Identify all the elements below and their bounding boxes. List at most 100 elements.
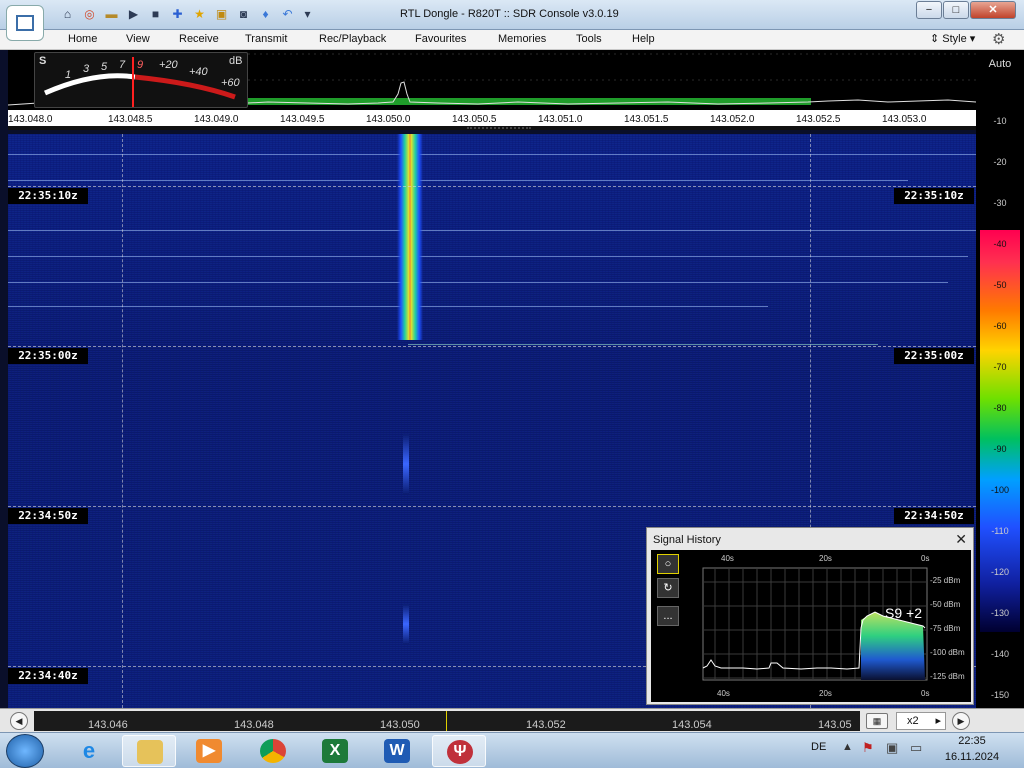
home-icon[interactable]: ⌂ (60, 7, 75, 22)
db-scale-label: -150 (990, 690, 1009, 700)
style-menu[interactable]: ⇕ Style ▾ (930, 32, 975, 45)
db-scale[interactable]: Auto -10 -20 -30 -40 -50 -60 -70 -80 -90… (976, 50, 1024, 708)
time-label-left: 22:35:10z (8, 188, 88, 204)
stop-icon[interactable]: ■ (148, 7, 163, 22)
scroll-left-button[interactable]: ◀ (10, 712, 28, 730)
maximize-button[interactable]: □ (943, 1, 969, 19)
freq-label: 143.051.0 (538, 114, 583, 125)
signal-trace (397, 134, 423, 340)
lock-icon[interactable]: ▣ (214, 7, 229, 22)
s-unit-label: S (39, 55, 47, 67)
window-title: RTL Dongle - R820T :: SDR Console v3.0.1… (400, 8, 619, 20)
menu-memories[interactable]: Memories (498, 33, 546, 45)
time-gridline (8, 506, 976, 507)
frequency-ruler[interactable]: 143.048.0 143.048.5 143.049.0 143.049.5 … (8, 110, 976, 130)
scroll-freq-label: 143.046 (88, 719, 128, 731)
close-button[interactable]: ✕ (970, 1, 1016, 19)
gear-icon[interactable]: ⚙ (992, 30, 1005, 48)
word-icon[interactable]: W (370, 735, 424, 767)
zoom-value: x2 (907, 715, 919, 727)
customize-dropdown-icon[interactable]: ▾ (300, 7, 315, 22)
freq-label: 143.051.5 (624, 114, 669, 125)
signal-trace-faint (403, 604, 409, 644)
time-label-left: 22:35:00z (8, 348, 88, 364)
history-time-bottom-40s: 40s (717, 689, 730, 698)
freq-label: 143.053.0 (882, 114, 927, 125)
db-scale-label: -30 (993, 198, 1007, 208)
language-indicator[interactable]: DE (811, 741, 826, 753)
menu-transmit[interactable]: Transmit (245, 33, 287, 45)
menu-receive[interactable]: Receive (179, 33, 219, 45)
freq-label: 143.052.0 (710, 114, 755, 125)
tray-monitor-icon[interactable]: ▭ (910, 740, 922, 756)
tray-network-icon[interactable]: ▣ (886, 740, 898, 756)
freq-label: 143.049.0 (194, 114, 239, 125)
signal-history-chart[interactable]: 40s 20s 0s 40s 20s 0s -25 dBm -50 dBm -7… (651, 550, 971, 702)
menu-rec-playback[interactable]: Rec/Playback (319, 33, 386, 45)
history-time-bottom-0s: 0s (921, 689, 929, 698)
auto-scale-button[interactable]: Auto (976, 58, 1024, 70)
clock-time[interactable]: 22:35 (942, 735, 1002, 747)
lifebuoy-icon[interactable]: ◎ (82, 7, 97, 22)
history-dbm-label: -25 dBm (930, 576, 961, 585)
waterfall-streak (8, 180, 908, 181)
menu-home[interactable]: Home (68, 33, 97, 45)
db-scale-label: -80 (993, 403, 1007, 413)
time-gridline (8, 186, 976, 187)
scroll-freq-label: 143.05 (818, 719, 852, 731)
history-dbm-label: -100 dBm (930, 648, 965, 657)
sdr-console-window: ⌂ ◎ ▬ ▶ ■ ✚ ★ ▣ ◙ ♦ ↶ ▾ RTL Dongle - R82… (0, 0, 1024, 768)
signal-history-body: ○ ↻ ... 40s 20s 0s 40s 20s 0s -25 dBm -5… (651, 550, 971, 702)
frequency-scroll-track[interactable]: 143.046 143.048 143.050 143.052 143.054 … (34, 711, 860, 731)
play-icon[interactable]: ▶ (126, 7, 141, 22)
app-menu-icon[interactable] (6, 5, 44, 41)
drop-icon[interactable]: ♦ (258, 7, 273, 22)
history-dbm-label: -50 dBm (930, 600, 961, 609)
filter-bandwidth-marker[interactable] (467, 127, 531, 129)
excel-icon[interactable]: X (308, 735, 362, 767)
start-button[interactable] (6, 734, 44, 768)
db-scale-label: -120 (990, 567, 1009, 577)
camera-icon[interactable]: ◙ (236, 7, 251, 22)
freq-label: 143.048.5 (108, 114, 153, 125)
time-label-right: 22:35:00z (894, 348, 974, 364)
s-tick-7: 7 (119, 59, 126, 71)
freq-label: 143.049.5 (280, 114, 325, 125)
scroll-freq-label: 143.048 (234, 719, 274, 731)
history-dbm-label: -125 dBm (930, 672, 965, 681)
db-scale-label: -40 (993, 239, 1007, 249)
undo-icon[interactable]: ↶ (280, 7, 295, 22)
db-scale-label: -90 (993, 444, 1007, 454)
chrome-icon[interactable] (246, 735, 300, 767)
db-tick-60: +60 (221, 77, 240, 89)
file-explorer-icon[interactable] (122, 735, 176, 767)
internet-explorer-icon[interactable]: e (62, 735, 116, 767)
menu-view[interactable]: View (126, 33, 150, 45)
star-icon[interactable]: ★ (192, 7, 207, 22)
db-scale-label: -110 (991, 526, 1009, 536)
time-label-left: 22:34:40z (8, 668, 88, 684)
waterfall-streak (8, 256, 968, 257)
db-scale-label: -10 (993, 116, 1007, 126)
menu-favourites[interactable]: Favourites (415, 33, 466, 45)
menu-tools[interactable]: Tools (576, 33, 602, 45)
add-icon[interactable]: ✚ (170, 7, 185, 22)
waterfall-streak (8, 230, 976, 231)
sdr-console-taskbar-icon[interactable]: Ψ (432, 735, 486, 767)
clock-date[interactable]: 16.11.2024 (942, 751, 1002, 763)
history-time-top-40s: 40s (721, 554, 734, 563)
zoom-selector[interactable]: x2 ▸ (896, 712, 946, 730)
media-player-icon[interactable]: ▶ (182, 735, 236, 767)
scroll-right-button[interactable]: ▶ (952, 712, 970, 730)
s-tick-1: 1 (65, 69, 72, 81)
db-tick-20: +20 (159, 59, 178, 71)
minimize-button[interactable]: − (916, 1, 942, 19)
signal-history-close-button[interactable]: ✕ (955, 531, 967, 548)
freq-label: 143.050.0 (366, 114, 411, 125)
keyboard-icon[interactable]: ▦ (866, 713, 888, 729)
menu-help[interactable]: Help (632, 33, 655, 45)
tray-flag-icon[interactable]: ⚑ (862, 740, 874, 756)
tray-overflow-icon[interactable]: ▲ (842, 741, 853, 753)
folder-icon[interactable]: ▬ (104, 7, 119, 22)
s-tick-3: 3 (83, 63, 90, 75)
